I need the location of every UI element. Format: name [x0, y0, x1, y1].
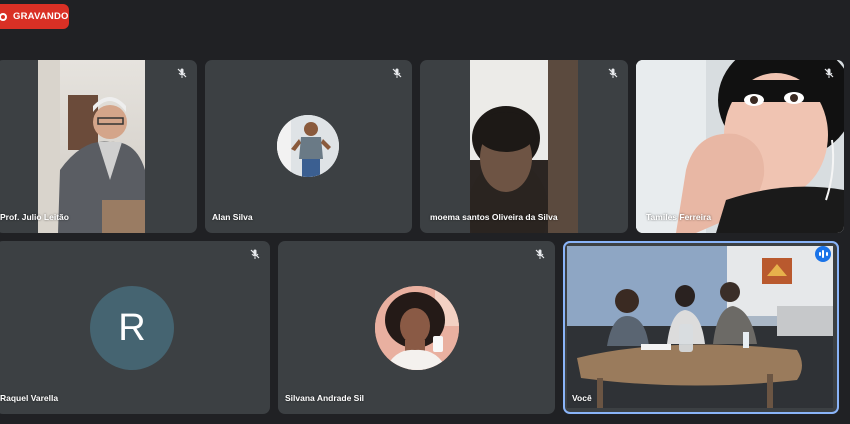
- participant-tile-julio[interactable]: Prof. Julio Leitão: [0, 60, 197, 233]
- mic-off-icon: [392, 68, 402, 78]
- participant-name: Silvana Andrade Sil: [285, 393, 365, 403]
- avatar: [375, 286, 459, 370]
- participant-name: moema santos Oliveira da Silva: [430, 212, 558, 222]
- participant-tile-raquel[interactable]: R Raquel Varella: [0, 241, 270, 414]
- mic-off-icon: [608, 68, 618, 78]
- participant-video: [470, 60, 578, 233]
- participant-tile-moema[interactable]: moema santos Oliveira da Silva: [420, 60, 628, 233]
- recording-label: GRAVANDO: [13, 11, 69, 22]
- participant-name: Você: [572, 393, 592, 403]
- participant-tile-silvana[interactable]: Silvana Andrade Sil: [278, 241, 555, 414]
- participant-video: [636, 60, 844, 233]
- mic-off-icon: [824, 68, 834, 78]
- participant-name: Tamiles Ferreira: [646, 212, 712, 222]
- participant-video: [567, 246, 833, 408]
- participant-name: Raquel Varella: [0, 393, 59, 403]
- participant-video: [38, 60, 145, 233]
- audio-level-icon: [815, 246, 831, 262]
- avatar: [277, 115, 339, 177]
- participant-tile-tamiles[interactable]: Tamiles Ferreira: [636, 60, 844, 233]
- participant-tile-alan[interactable]: Alan Silva: [205, 60, 412, 233]
- avatar-initial: R: [90, 286, 174, 370]
- record-dot-icon: [0, 12, 7, 21]
- mic-off-icon: [250, 249, 260, 259]
- mic-off-icon: [177, 68, 187, 78]
- participant-tile-self[interactable]: Você: [563, 241, 839, 414]
- mic-off-icon: [535, 249, 545, 259]
- recording-badge[interactable]: GRAVANDO: [0, 4, 69, 29]
- participant-name: Alan Silva: [212, 212, 253, 222]
- participant-name: Prof. Julio Leitão: [0, 212, 69, 222]
